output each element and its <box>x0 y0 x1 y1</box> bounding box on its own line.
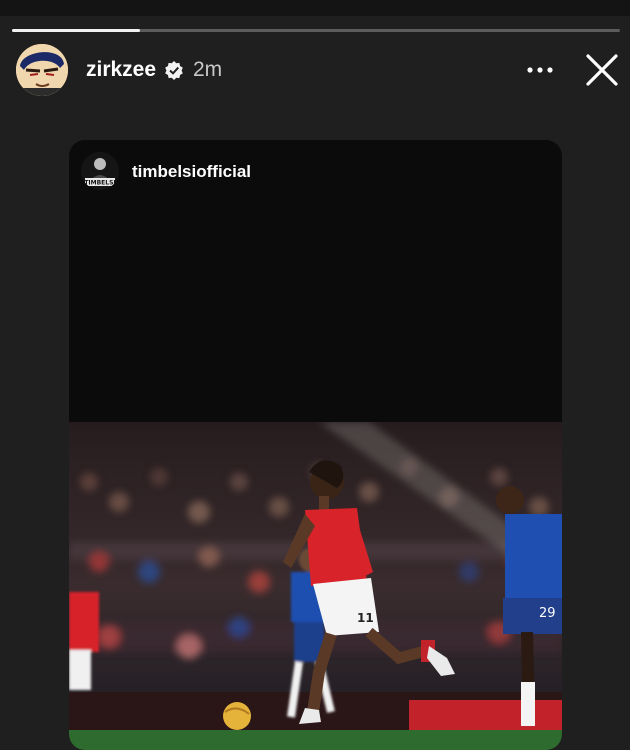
anime-avatar-icon <box>16 44 68 96</box>
story-header: zirkzee 2m <box>16 44 620 96</box>
story-progress-fill <box>12 29 140 32</box>
shared-post-card[interactable]: TIMBELSI timbelsiofficial 29 11 <box>69 140 562 750</box>
away-jersey-number: 29 <box>539 606 556 621</box>
status-strip <box>0 0 630 16</box>
story-username[interactable]: zirkzee <box>86 58 156 82</box>
shared-post-avatar[interactable]: TIMBELSI <box>81 152 119 190</box>
more-horizontal-icon[interactable] <box>526 57 554 83</box>
story-progress-bar <box>12 29 620 32</box>
profile-avatar[interactable] <box>16 44 68 96</box>
player-jersey-number: 11 <box>357 611 374 625</box>
timbelsi-logo-icon: TIMBELSI <box>81 152 119 190</box>
football-match-photo: 29 11 <box>69 422 562 750</box>
verified-badge-icon <box>165 61 183 80</box>
timbelsi-logo-text: TIMBELSI <box>84 180 115 187</box>
shared-post-username[interactable]: timbelsiofficial <box>132 162 251 182</box>
close-icon[interactable] <box>584 52 620 88</box>
story-timestamp: 2m <box>193 58 223 81</box>
